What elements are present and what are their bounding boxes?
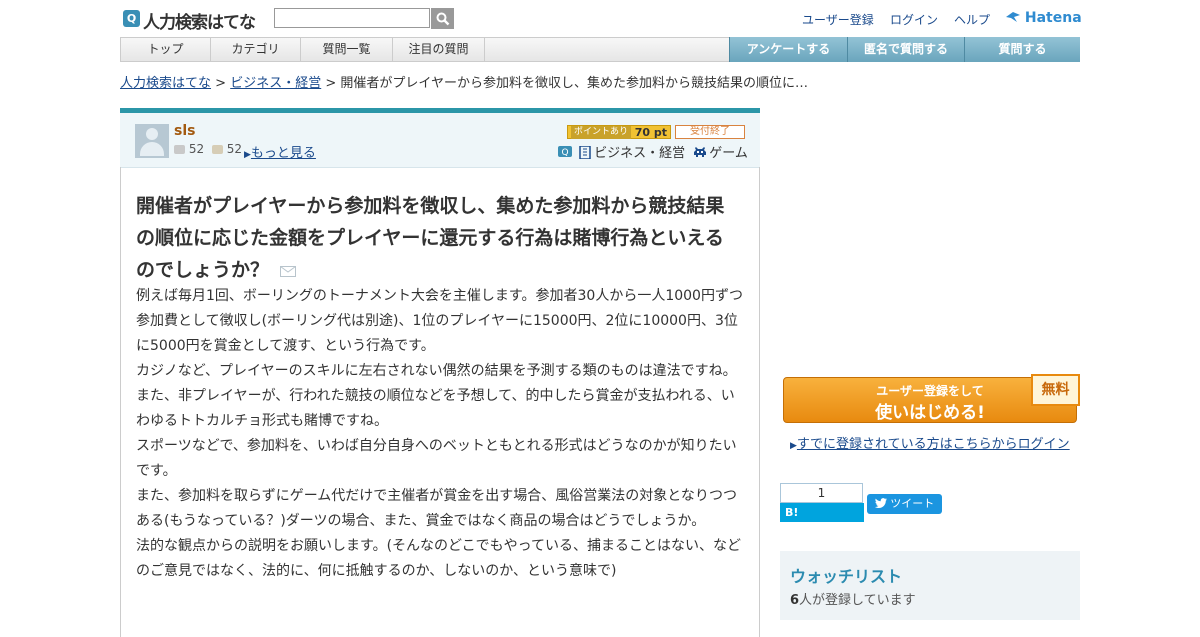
- question-paragraph: スポーツなどで、参加料を、いわば自分自身へのベットともとれる形式はどうなのかが知…: [136, 438, 737, 479]
- points-label: ポイントあり: [571, 126, 632, 139]
- login-link-top[interactable]: ログイン: [890, 11, 938, 28]
- invader-icon: [694, 147, 707, 157]
- answer-count-icon: [211, 145, 223, 154]
- search-input[interactable]: [274, 8, 430, 28]
- bookmark-button[interactable]: B! Bookmark: [780, 503, 864, 538]
- points-badge: ポイントあり 70 pt: [567, 125, 671, 139]
- question-title-text: 開催者がプレイヤーから参加料を徴収し、集めた参加料から競技結果の順位に応じた金額…: [136, 195, 725, 281]
- question-paragraph: 例えば毎月1回、ボーリングのトーナメント大会を主催します。参加者30人から一人1…: [136, 288, 743, 354]
- hatena-logo[interactable]: Hatena: [1006, 10, 1082, 26]
- watchlist-count: 6: [790, 593, 800, 608]
- watchlist-box: ウォッチリスト 6人が登録しています: [780, 551, 1080, 620]
- svg-text:Q: Q: [561, 148, 568, 158]
- question-paragraph: また、非プレイヤーが、行われた競技の順位などを予想して、的中したら賞金が支払われ…: [136, 388, 735, 429]
- ask-question-button[interactable]: 質問する: [964, 37, 1080, 62]
- question-text: 例えば毎月1回、ボーリングのトーナメント大会を主催します。参加者30人から一人1…: [136, 284, 746, 584]
- login-link-label: すでに登録されている方はこちらからログイン: [796, 437, 1070, 452]
- twitter-bird-icon: [874, 498, 887, 508]
- breadcrumb-category[interactable]: ビジネス・経営: [230, 76, 321, 91]
- question-paragraph: カジノなど、プレイヤーのスキルに左右されない偶然の結果を予測する類のものは違法で…: [136, 363, 737, 379]
- question-count-icon: [174, 145, 185, 154]
- anonymous-question-button[interactable]: 匿名で質問する: [847, 37, 964, 62]
- question-title: 開催者がプレイヤーから参加料を徴収し、集めた参加料から競技結果の順位に応じた金額…: [136, 190, 736, 286]
- status-badge: 受付終了: [675, 125, 745, 139]
- answer-count: 52: [226, 142, 243, 156]
- breadcrumb-current: 開催者がプレイヤーから参加料を徴収し、集めた参加料から競技結果の順位に…: [340, 76, 809, 91]
- breadcrumb: 人力検索はてな > ビジネス・経営 > 開催者がプレイヤーから参加料を徴収し、集…: [120, 72, 808, 91]
- register-link[interactable]: ユーザー登録: [802, 11, 874, 28]
- question-paragraph: また、参加料を取らずにゲーム代だけで主催者が賞金を出す場合、風俗営業法の対象とな…: [136, 488, 738, 529]
- more-link-label: もっと見る: [250, 146, 316, 161]
- triangle-right-icon: ▶: [244, 150, 251, 160]
- tweet-button[interactable]: ツイート: [867, 494, 942, 514]
- category-list: Q ビジネス・経営 ゲーム: [558, 142, 748, 161]
- tab-featured[interactable]: 注目の質問: [393, 38, 485, 61]
- category-game[interactable]: ゲーム: [709, 146, 748, 161]
- question-mark-icon: Q: [558, 146, 572, 158]
- hatena-logo-text: Hatena: [1024, 10, 1082, 26]
- breadcrumb-home[interactable]: 人力検索はてな: [120, 76, 211, 91]
- username[interactable]: sls: [174, 123, 195, 139]
- hatena-bird-icon: [1006, 12, 1020, 22]
- main-nav: トップ カテゴリ 質問一覧 注目の質問 アンケートする 匿名で質問する 質問する: [120, 37, 1080, 62]
- watchlist-title[interactable]: ウォッチリスト: [790, 563, 902, 587]
- breadcrumb-separator: >: [325, 76, 337, 91]
- more-link[interactable]: ▶もっと見る: [244, 142, 316, 161]
- tab-top[interactable]: トップ: [121, 38, 211, 61]
- help-link[interactable]: ヘルプ: [954, 11, 990, 28]
- avatar-head: [146, 128, 158, 140]
- watchlist-text: 6人が登録しています: [790, 589, 916, 608]
- watchlist-label: 人が登録しています: [799, 593, 916, 608]
- question-paragraph: 法的な観点からの説明をお願いします。(そんなのどこでもやっている、捕まることはな…: [136, 538, 741, 579]
- search-icon: [436, 12, 449, 25]
- login-link[interactable]: ▶すでに登録されている方はこちらからログイン: [790, 433, 1070, 452]
- bookmark-count[interactable]: 1: [780, 483, 863, 503]
- search-button[interactable]: [431, 8, 454, 29]
- breadcrumb-separator: >: [215, 76, 227, 91]
- tab-category[interactable]: カテゴリ: [211, 38, 301, 61]
- tab-question-list[interactable]: 質問一覧: [301, 38, 393, 61]
- site-logo[interactable]: 人力検索はてな: [143, 8, 256, 33]
- survey-button[interactable]: アンケートする: [729, 37, 847, 62]
- triangle-right-icon: ▶: [790, 441, 797, 451]
- free-badge: 無料: [1031, 374, 1080, 406]
- logo-icon[interactable]: Q: [123, 10, 140, 27]
- building-icon: [579, 146, 591, 159]
- question-count: 52: [188, 142, 205, 156]
- category-business[interactable]: ビジネス・経営: [594, 146, 685, 161]
- tweet-label: ツイート: [890, 497, 935, 510]
- user-stats: 52 52: [174, 142, 242, 156]
- mail-icon[interactable]: [279, 266, 296, 277]
- points-value: 70 pt: [634, 126, 667, 139]
